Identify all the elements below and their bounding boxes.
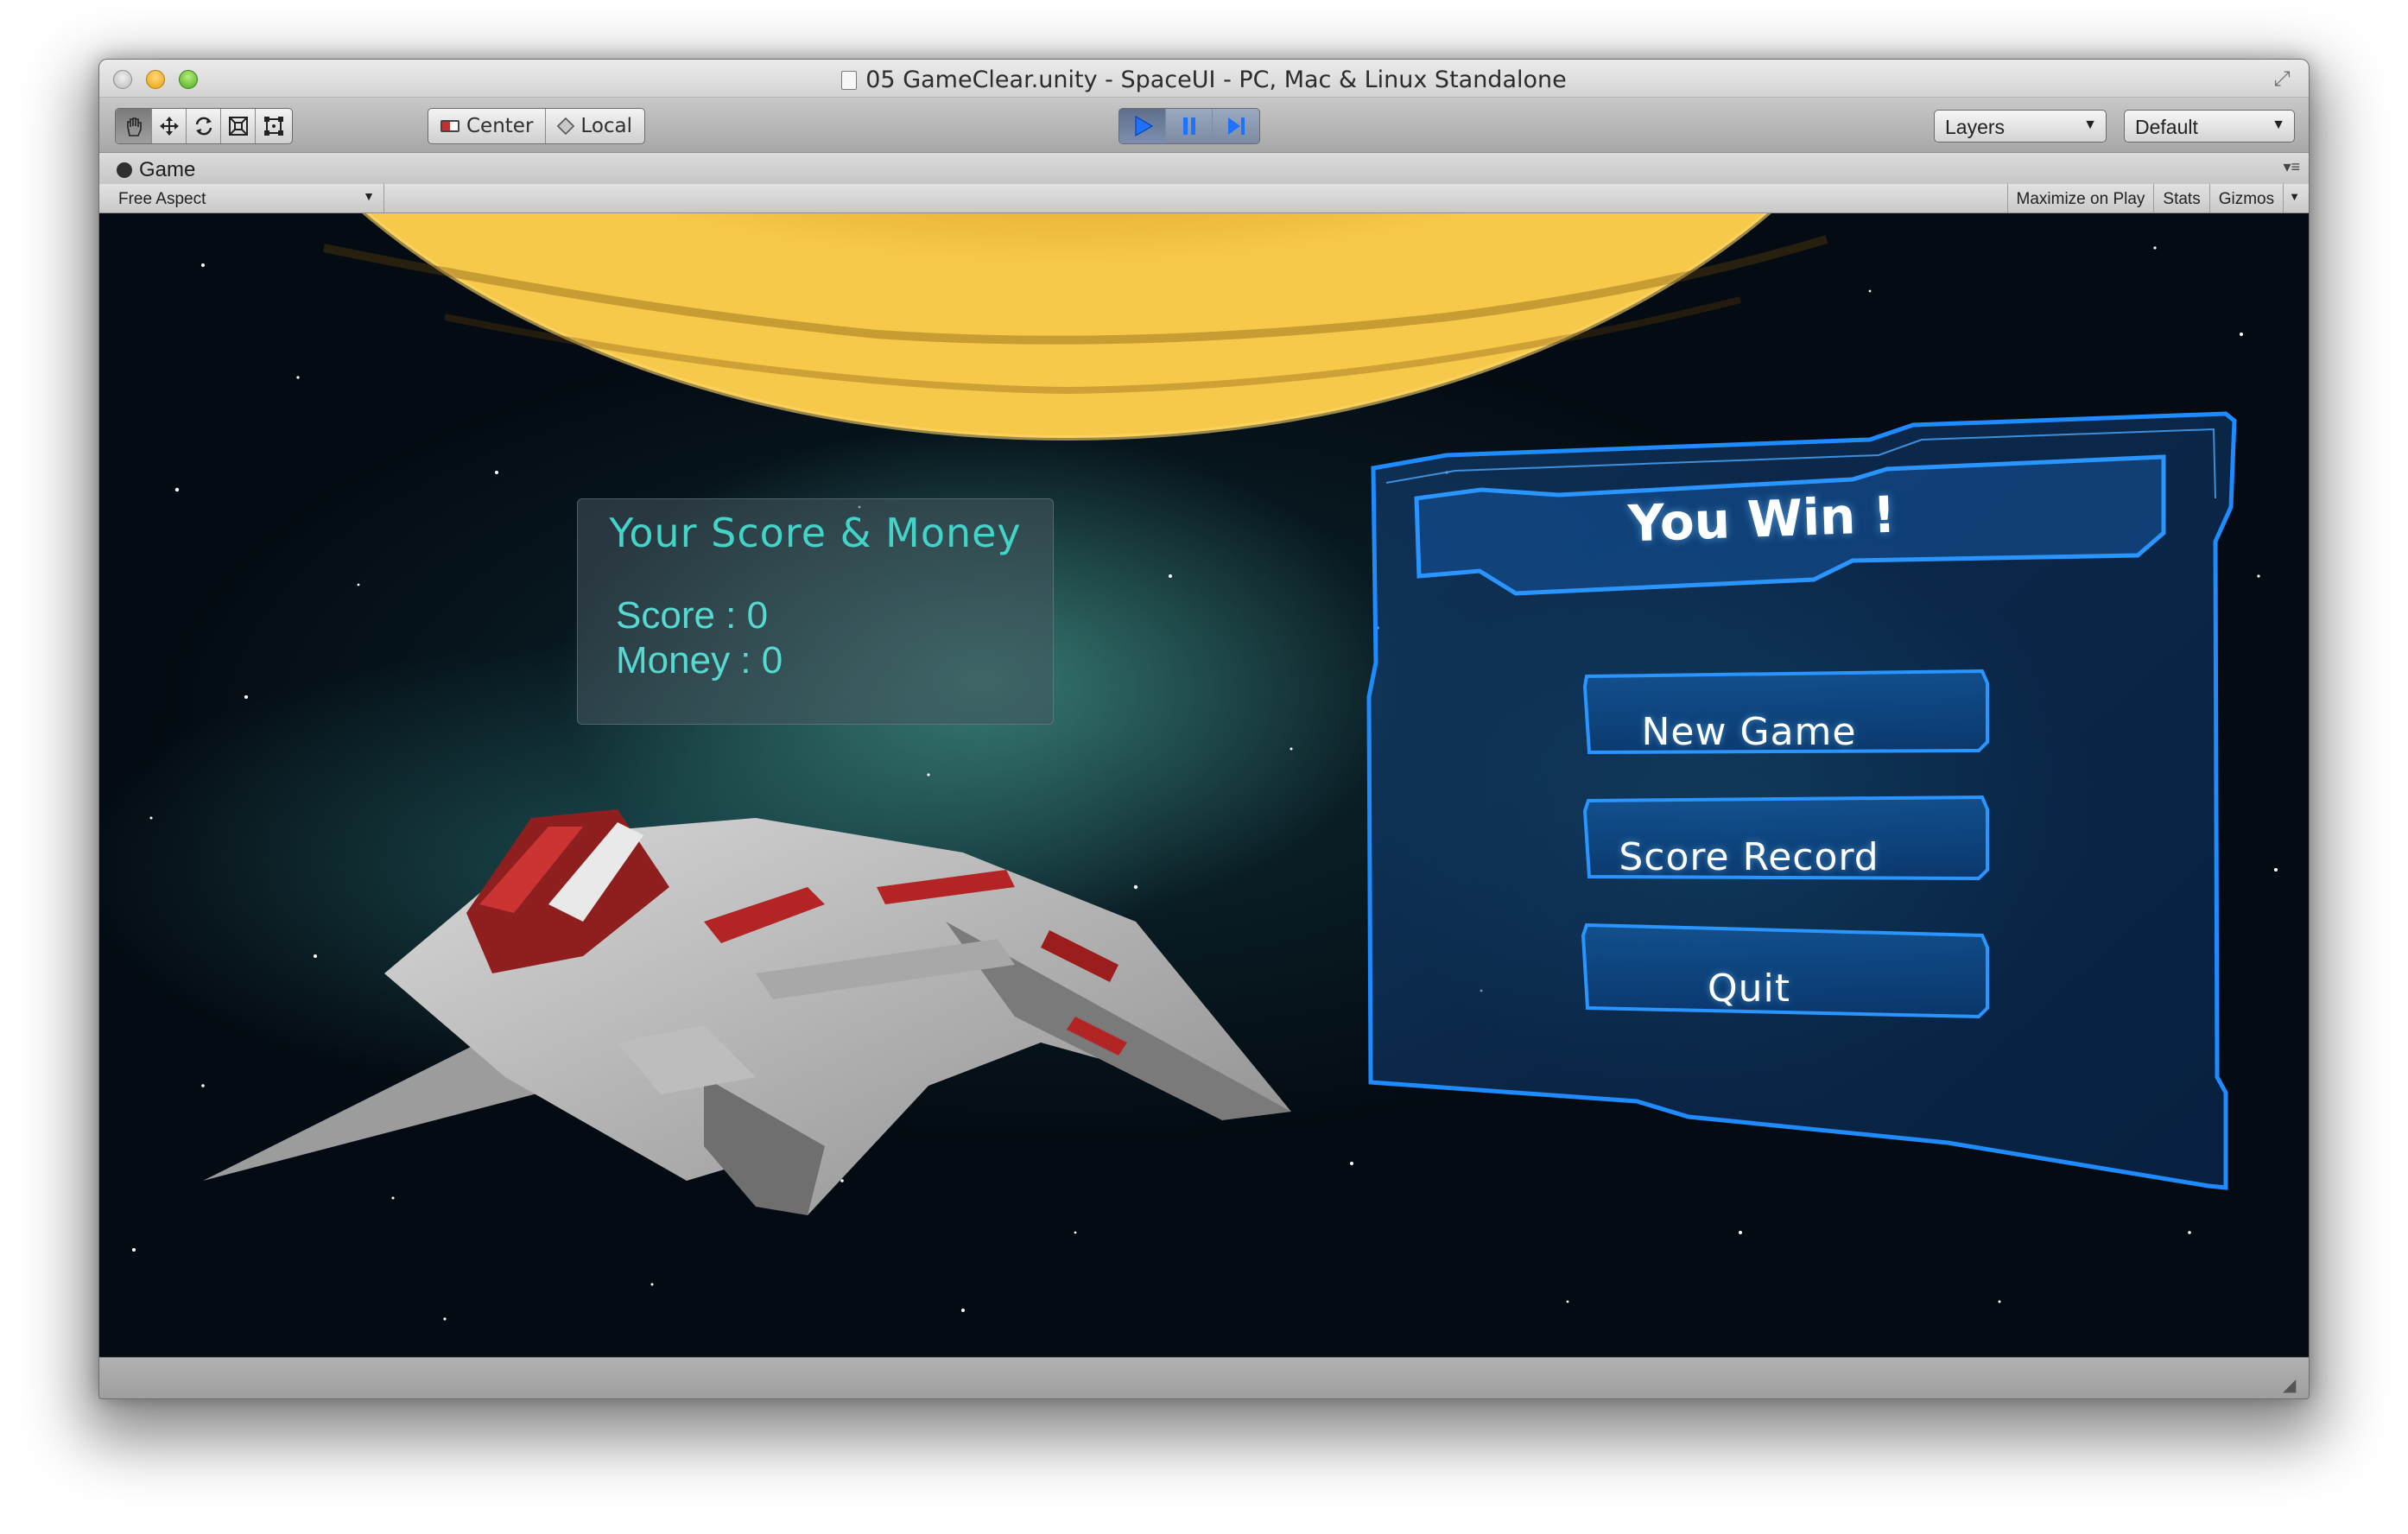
chevron-down-icon: ▼ [363, 189, 375, 203]
toolbar: Center Local Layers ▼ Default ▼ [99, 98, 2309, 153]
step-button[interactable] [1213, 109, 1259, 143]
win-title: You Win ! [1627, 485, 1897, 554]
pause-button[interactable] [1166, 109, 1213, 143]
gizmos-toggle[interactable]: Gizmos [2208, 184, 2283, 212]
layout-label: Default [2135, 116, 2198, 138]
pivot-center-button[interactable]: Center [428, 109, 547, 143]
chevron-down-icon: ▼ [2083, 117, 2097, 132]
status-bar: ◢ [99, 1357, 2309, 1398]
tab-menu-icon[interactable]: ▾≡ [2283, 158, 2300, 176]
window-title-area: 05 GameClear.unity - SpaceUI - PC, Mac &… [99, 67, 2309, 93]
move-tool-button[interactable] [152, 109, 187, 143]
document-icon [841, 71, 858, 90]
game-view-toolbar: Free Aspect ▼ Maximize on Play Stats Giz… [99, 184, 2309, 213]
scale-tool-button[interactable] [221, 109, 256, 143]
game-tab-label: Game [139, 158, 196, 181]
pivot-toggles: Center Local [428, 108, 646, 144]
space-label: Local [580, 115, 633, 137]
tab-game[interactable]: Game [117, 158, 195, 182]
game-view-options: Maximize on Play Stats Gizmos ▼ [2006, 184, 2309, 212]
move-icon [159, 117, 179, 136]
pivot-label: Center [466, 115, 534, 137]
quit-button[interactable]: Quit [1533, 941, 1965, 1036]
stats-toggle[interactable]: Stats [2153, 184, 2208, 212]
planet [322, 213, 1828, 441]
pivot-icon [440, 120, 459, 132]
money-value: Money : 0 [616, 639, 783, 681]
rotate-tool-button[interactable] [187, 109, 221, 143]
step-icon [1228, 117, 1245, 135]
transform-tools [115, 108, 293, 144]
aspect-label: Free Aspect [118, 190, 206, 208]
scale-icon [228, 117, 248, 136]
window-title: 05 GameClear.unity - SpaceUI - PC, Mac &… [865, 67, 1567, 93]
hand-icon [126, 117, 142, 136]
score-panel: Your Score & Money Score : 0 Money : 0 [577, 498, 1054, 725]
game-tab-header: Game ▾≡ [99, 153, 2309, 184]
spaceship [203, 809, 1291, 1215]
maximize-on-play-toggle[interactable]: Maximize on Play [2006, 184, 2154, 212]
game-view: Your Score & Money Score : 0 Money : 0 Y… [99, 213, 2309, 1357]
new-game-button[interactable]: New Game [1533, 684, 1965, 779]
layers-dropdown[interactable]: Layers ▼ [1934, 110, 2107, 143]
unity-editor-window: 05 GameClear.unity - SpaceUI - PC, Mac &… [98, 59, 2310, 1399]
score-record-button[interactable]: Score Record [1533, 809, 1965, 904]
score-value: Score : 0 [616, 594, 769, 637]
layers-label: Layers [1945, 116, 2006, 138]
rect-icon [264, 117, 283, 136]
space-scene [132, 213, 2278, 1321]
layout-dropdown[interactable]: Default ▼ [2124, 110, 2295, 143]
pivot-space-button[interactable]: Local [546, 109, 644, 143]
score-panel-title: Your Score & Money [609, 510, 1022, 556]
rotate-icon [195, 117, 212, 136]
pause-icon [1182, 117, 1195, 135]
resize-grip-icon[interactable]: ◢ [2283, 1376, 2302, 1395]
chevron-down-icon: ▼ [2272, 117, 2285, 132]
play-controls [1118, 108, 1260, 144]
gizmos-dropdown-icon[interactable]: ▼ [2283, 184, 2309, 212]
play-icon [1134, 115, 1153, 137]
aspect-dropdown[interactable]: Free Aspect ▼ [99, 184, 384, 212]
cube-icon [557, 117, 575, 136]
play-button[interactable] [1119, 109, 1166, 143]
title-bar: 05 GameClear.unity - SpaceUI - PC, Mac &… [99, 60, 2309, 98]
hand-tool-button[interactable] [116, 109, 152, 143]
fullscreen-icon[interactable]: ⤢ [2271, 68, 2293, 91]
game-tab-icon [117, 162, 132, 178]
rect-tool-button[interactable] [256, 109, 292, 143]
